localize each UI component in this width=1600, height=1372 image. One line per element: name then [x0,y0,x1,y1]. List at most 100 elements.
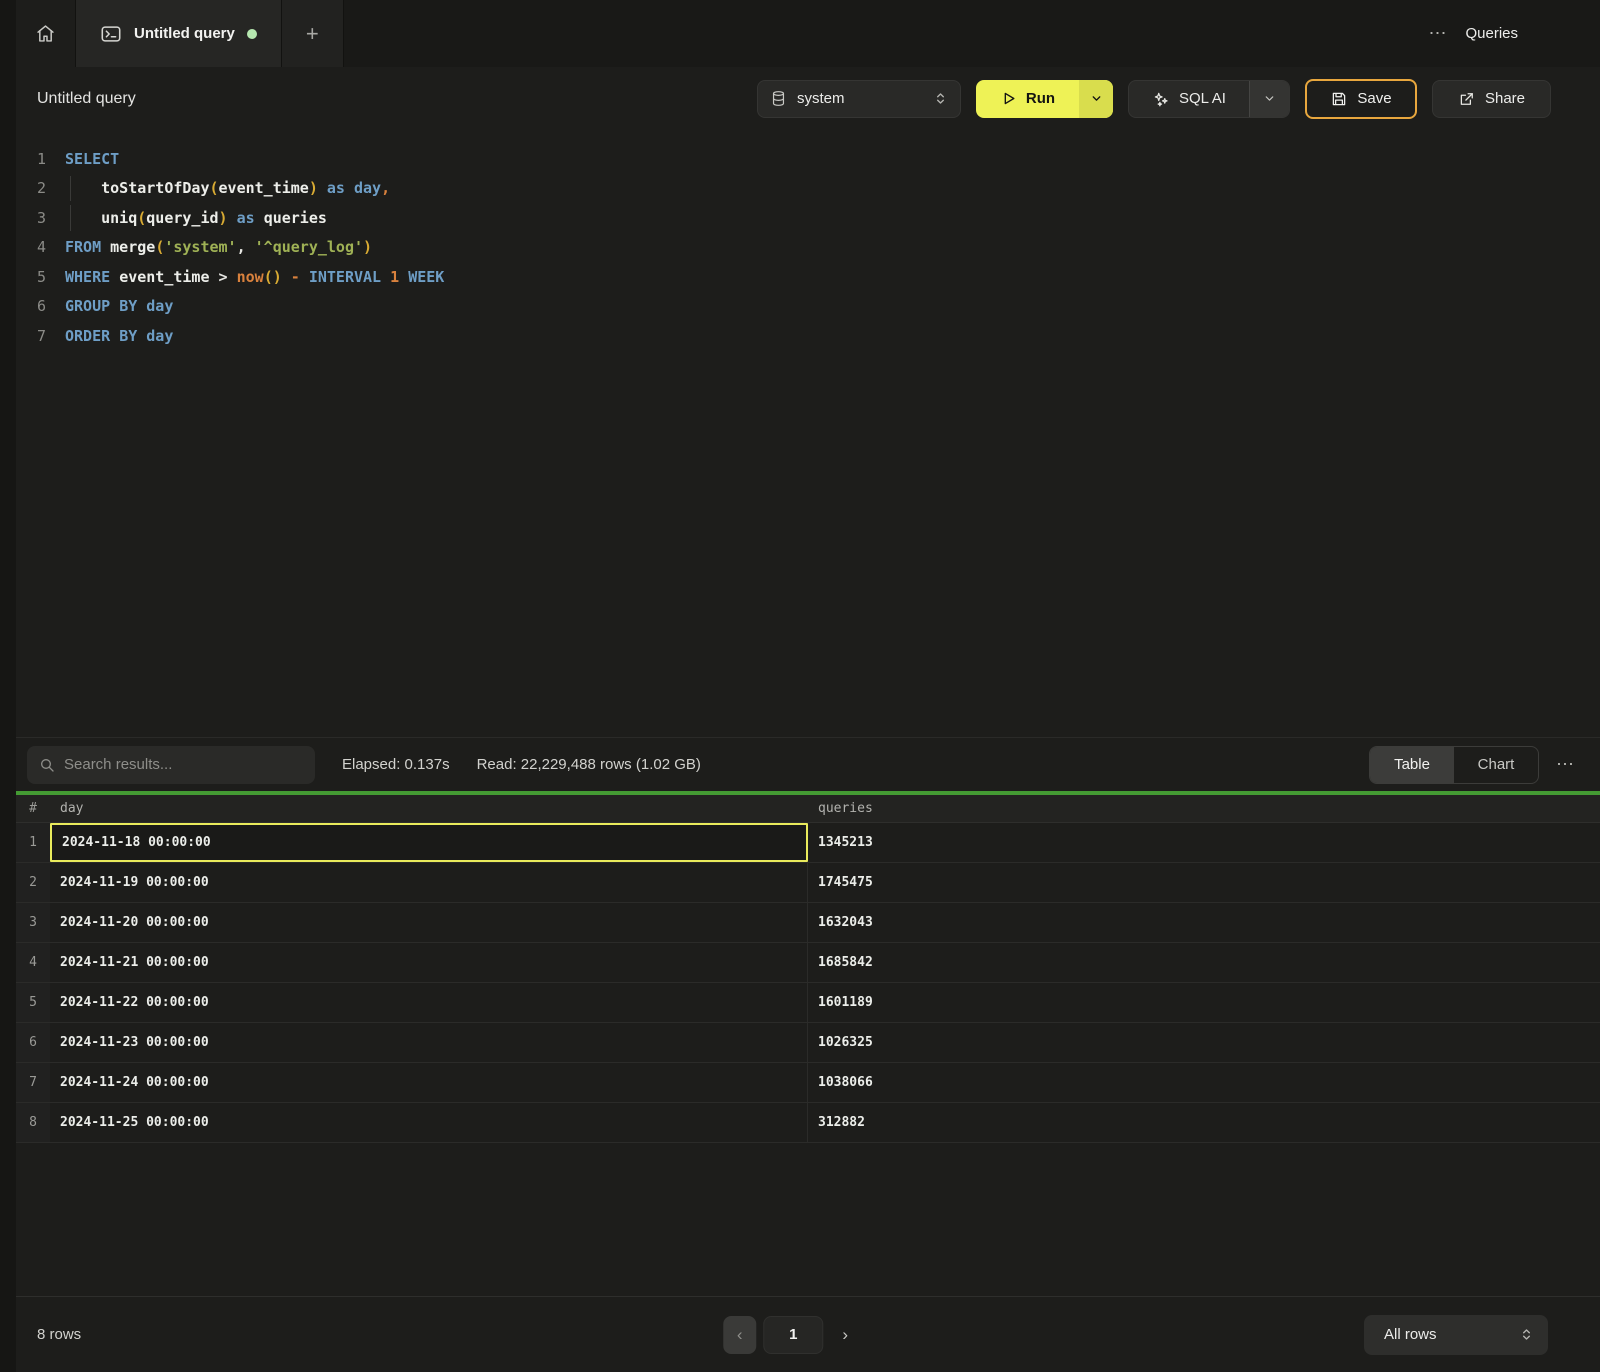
row-number: 5 [16,983,50,1022]
column-header-index[interactable]: # [16,801,50,816]
search-results-input[interactable] [64,756,303,773]
play-icon [1000,90,1017,107]
cell-queries[interactable]: 1601189 [808,983,1600,1022]
chevron-down-icon [1263,92,1276,105]
results-table-body: 12024-11-18 00:00:00134521322024-11-19 0… [0,823,1600,1143]
code-text: ORDER BY day [65,327,173,345]
queries-link[interactable]: Queries [1465,25,1518,42]
sql-ai-button-group: SQL AI [1128,80,1290,118]
external-link-icon [1458,90,1476,108]
row-number: 4 [16,943,50,982]
code-text: toStartOfDay(event_time) as day, [65,179,390,197]
query-toolbar: Untitled query system [0,67,1600,130]
database-icon [770,90,787,107]
terminal-icon [100,23,122,45]
cell-day[interactable]: 2024-11-20 00:00:00 [50,903,808,942]
code-text: SELECT [65,150,119,168]
tab-table[interactable]: Table [1370,747,1454,783]
save-button[interactable]: Save [1305,79,1417,119]
cell-queries[interactable]: 312882 [808,1103,1600,1142]
run-label: Run [1026,90,1055,107]
search-icon [39,757,55,773]
row-number: 6 [16,1023,50,1062]
unsaved-indicator-dot [247,29,257,39]
code-line[interactable]: 2 toStartOfDay(event_time) as day, [16,174,1600,204]
table-row: 62024-11-23 00:00:001026325 [0,1023,1600,1063]
table-row: 22024-11-19 00:00:001745475 [0,863,1600,903]
sql-ai-options-button[interactable] [1249,81,1289,117]
line-number: 6 [16,297,46,315]
table-row: 12024-11-18 00:00:001345213 [0,823,1600,863]
search-results-box[interactable] [27,746,315,784]
line-number: 4 [16,238,46,256]
cell-queries[interactable]: 1345213 [808,823,1600,862]
sql-ai-label: SQL AI [1179,90,1226,107]
read-stat: Read: 22,229,488 rows (1.02 GB) [477,756,701,773]
tab-untitled-query[interactable]: Untitled query [76,0,282,67]
sparkles-icon [1152,90,1170,108]
row-number: 3 [16,903,50,942]
current-page[interactable]: 1 [763,1316,823,1354]
table-row: 82024-11-25 00:00:00312882 [0,1103,1600,1143]
row-number: 8 [16,1103,50,1142]
cell-day[interactable]: 2024-11-23 00:00:00 [50,1023,808,1062]
column-header-queries[interactable]: queries [808,801,1600,816]
page-size-value: All rows [1384,1326,1437,1343]
pagination: ‹ 1 › [723,1316,860,1354]
code-line[interactable]: 6 GROUP BY day [16,292,1600,322]
tab-chart[interactable]: Chart [1454,747,1538,783]
code-line[interactable]: 5WHERE event_time > now() - INTERVAL 1 W… [16,262,1600,292]
cell-day[interactable]: 2024-11-25 00:00:00 [50,1103,808,1142]
code-text: uniq(query_id) as queries [65,209,327,227]
updown-chevron-icon [1519,1327,1534,1342]
results-toolbar: Elapsed: 0.137s Read: 22,229,488 rows (1… [0,737,1600,791]
results-empty-area [0,1143,1600,1296]
cell-queries[interactable]: 1632043 [808,903,1600,942]
database-select[interactable]: system [757,80,961,118]
run-options-button[interactable] [1079,80,1113,118]
share-button[interactable]: Share [1432,80,1551,118]
code-text: FROM merge('system', '^query_log') [65,238,372,256]
cell-day[interactable]: 2024-11-18 00:00:00 [50,823,808,862]
new-tab-button[interactable]: + [282,0,344,67]
run-button-group: Run [976,80,1113,118]
column-header-day[interactable]: day [50,801,808,816]
next-page-button[interactable]: › [830,1316,860,1354]
cell-day[interactable]: 2024-11-19 00:00:00 [50,863,808,902]
code-line[interactable]: 1 SELECT [16,144,1600,174]
share-label: Share [1485,90,1525,107]
results-overflow-icon[interactable]: ⋯ [1556,754,1575,775]
cell-queries[interactable]: 1745475 [808,863,1600,902]
cell-queries[interactable]: 1026325 [808,1023,1600,1062]
results-footer: 8 rows ‹ 1 › All rows [0,1296,1600,1372]
cell-queries[interactable]: 1038066 [808,1063,1600,1102]
line-number: 1 [16,150,46,168]
prev-page-button[interactable]: ‹ [723,1316,756,1354]
line-number: 2 [16,179,46,197]
updown-chevron-icon [933,91,948,106]
code-text: WHERE event_time > now() - INTERVAL 1 WE… [65,268,444,286]
home-button[interactable] [16,0,76,67]
save-icon [1330,90,1348,108]
cell-queries[interactable]: 1685842 [808,943,1600,982]
cell-day[interactable]: 2024-11-22 00:00:00 [50,983,808,1022]
sql-ai-button[interactable]: SQL AI [1129,81,1249,117]
topbar-overflow-icon[interactable]: ⋯ [1428,23,1447,44]
sql-editor[interactable]: 1 SELECT 2 toStartOfDay(event_time) as day… [0,130,1600,737]
code-line[interactable]: 7ORDER BY day [16,321,1600,351]
page-size-select[interactable]: All rows [1364,1315,1548,1355]
run-button[interactable]: Run [976,80,1079,118]
view-toggle: Table Chart [1369,746,1539,784]
cell-day[interactable]: 2024-11-24 00:00:00 [50,1063,808,1102]
row-number: 7 [16,1063,50,1102]
code-line[interactable]: 4 FROM merge('system', '^query_log') [16,233,1600,263]
code-line[interactable]: 3 uniq(query_id) as queries [16,203,1600,233]
tab-label: Untitled query [134,25,235,42]
home-icon [35,23,56,44]
page-title: Untitled query [37,90,136,108]
row-number: 2 [16,863,50,902]
cell-day[interactable]: 2024-11-21 00:00:00 [50,943,808,982]
database-select-value: system [797,90,845,107]
code-text: GROUP BY day [65,297,173,315]
row-count: 8 rows [37,1326,81,1343]
